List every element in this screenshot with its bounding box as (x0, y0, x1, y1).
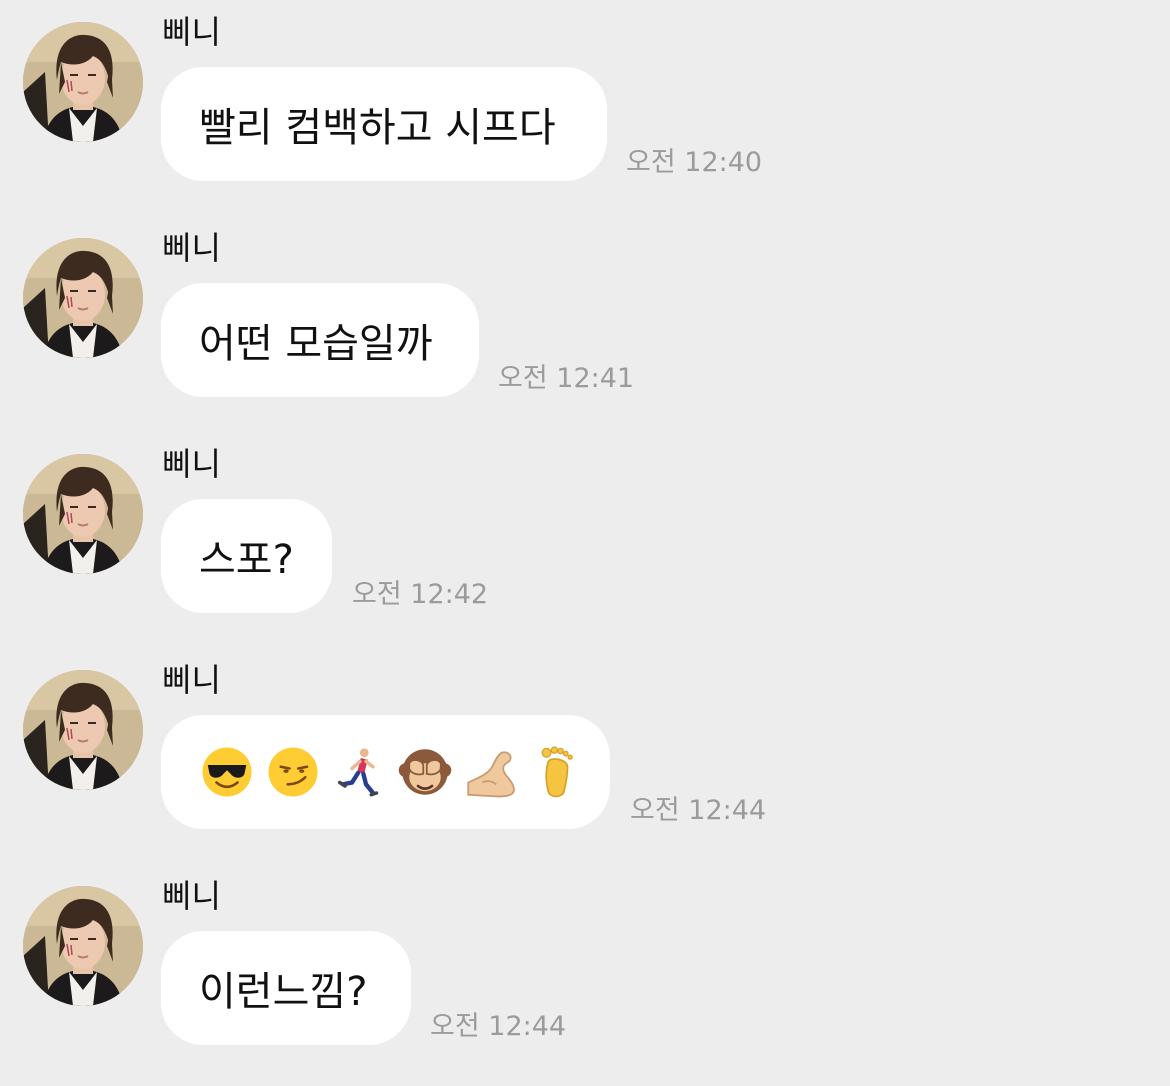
avatar-image (23, 454, 143, 574)
message-text: 빨리 컴백하고 시프다 (199, 105, 556, 151)
avatar-image (23, 22, 143, 142)
avatar-image (23, 670, 143, 790)
message-row: 삐니 스포? 오전 12:42 (0, 445, 1170, 654)
sender-name: 삐니 (162, 445, 221, 483)
message-bubble[interactable]: 스포? (161, 499, 332, 613)
message-row: 삐니 빨리 컴백하고 시프다 오전 12:40 (0, 13, 1170, 222)
message-timestamp: 오전 12:44 (630, 795, 767, 826)
message-text: 이런느낌? (199, 969, 368, 1015)
message-text: 스포? (199, 537, 294, 583)
message-bubble[interactable]: 이런느낌? (161, 931, 411, 1045)
message-text: 어떤 모습일까 (199, 321, 433, 367)
message-bubble[interactable]: 어떤 모습일까 (161, 283, 479, 397)
message-row: 삐니 오전 12:44 (0, 661, 1170, 870)
sender-name: 삐니 (162, 13, 221, 51)
avatar[interactable] (23, 886, 143, 1006)
see-no-evil-monkey-icon (397, 744, 453, 800)
flexed-biceps-icon (463, 744, 519, 800)
message-timestamp: 오전 12:40 (626, 147, 763, 178)
message-bubble[interactable] (161, 715, 610, 829)
chat-list[interactable]: 삐니 빨리 컴백하고 시프다 오전 12:40 삐니 어떤 모습일까 오전 12… (0, 0, 1170, 1079)
message-bubble[interactable]: 빨리 컴백하고 시프다 (161, 67, 607, 181)
message-row: 삐니 어떤 모습일까 오전 12:41 (0, 229, 1170, 438)
avatar[interactable] (23, 670, 143, 790)
avatar-image (23, 886, 143, 1006)
smiling-face-with-sunglasses-icon (199, 744, 255, 800)
smirking-face-icon (265, 744, 321, 800)
avatar[interactable] (23, 22, 143, 142)
message-timestamp: 오전 12:42 (352, 579, 489, 610)
sender-name: 삐니 (162, 661, 221, 699)
message-timestamp: 오전 12:44 (430, 1011, 567, 1042)
avatar[interactable] (23, 454, 143, 574)
foot-icon (529, 744, 585, 800)
sender-name: 삐니 (162, 229, 221, 267)
running-man-icon (331, 744, 387, 800)
avatar[interactable] (23, 238, 143, 358)
emoji-sequence (199, 744, 585, 800)
avatar-image (23, 238, 143, 358)
sender-name: 삐니 (162, 877, 221, 915)
message-row: 삐니 이런느낌? 오전 12:44 (0, 877, 1170, 1086)
message-timestamp: 오전 12:41 (498, 363, 635, 394)
